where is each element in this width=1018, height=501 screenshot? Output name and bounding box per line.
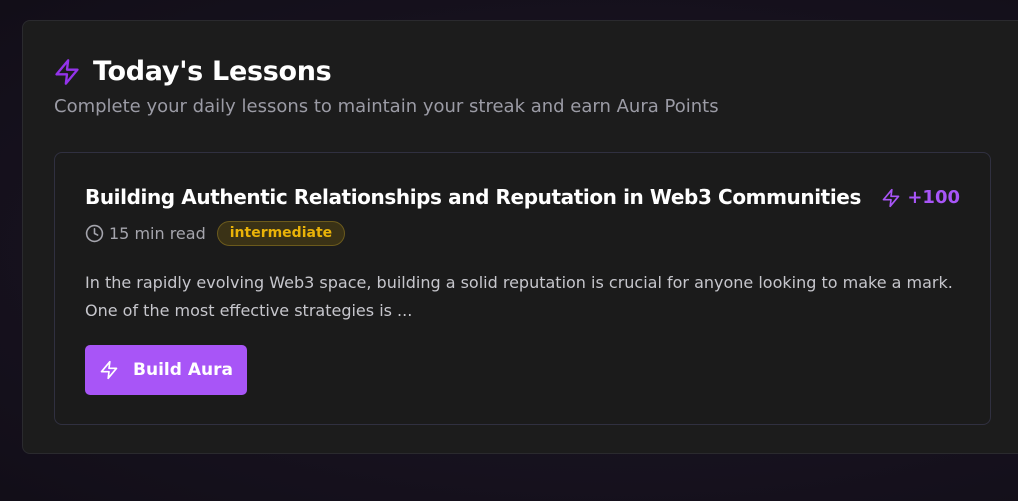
lesson-title: Building Authentic Relationships and Rep… <box>85 185 861 209</box>
page-subtitle: Complete your daily lessons to maintain … <box>54 96 719 117</box>
build-aura-button[interactable]: Build Aura <box>85 345 247 395</box>
section-header: Today's Lessons <box>53 56 332 87</box>
page-title: Today's Lessons <box>93 56 332 87</box>
lightning-bolt-icon <box>99 360 119 380</box>
build-aura-button-label: Build Aura <box>133 360 233 380</box>
points-value: +100 <box>907 187 960 208</box>
lightning-bolt-icon <box>53 57 81 87</box>
read-time: 15 min read <box>109 224 206 243</box>
aura-points-reward: +100 <box>881 187 960 208</box>
difficulty-badge: intermediate <box>216 221 346 246</box>
lesson-meta: 15 min read intermediate <box>85 221 346 246</box>
lightning-bolt-icon <box>881 188 901 208</box>
lesson-card: Building Authentic Relationships and Rep… <box>54 152 991 425</box>
lesson-excerpt: In the rapidly evolving Web3 space, buil… <box>85 273 953 320</box>
todays-lessons-panel: Today's Lessons Complete your daily less… <box>22 20 1018 454</box>
clock-icon <box>85 224 104 243</box>
